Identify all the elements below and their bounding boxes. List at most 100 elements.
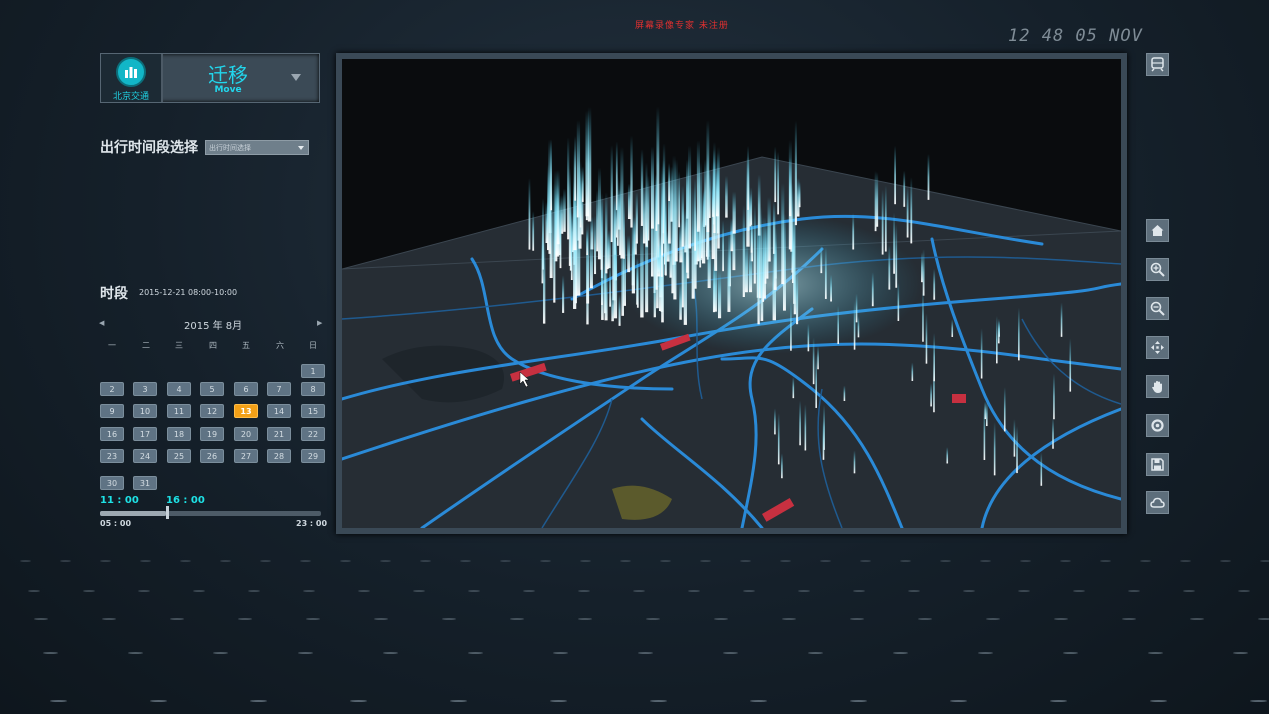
- calendar-day[interactable]: 31: [133, 476, 157, 490]
- time-slider[interactable]: [100, 511, 321, 516]
- calendar-day[interactable]: 30: [100, 476, 124, 490]
- calendar-day[interactable]: 14: [267, 404, 291, 418]
- weekday-label: 四: [209, 341, 217, 350]
- calendar-day[interactable]: 19: [200, 427, 224, 441]
- floor-dot: [742, 590, 755, 592]
- cloud-icon[interactable]: [1146, 491, 1169, 514]
- floor-dot: [646, 618, 660, 620]
- calendar-day[interactable]: 5: [200, 382, 224, 396]
- pan-icon[interactable]: [1146, 336, 1169, 359]
- floor-dot: [940, 560, 951, 562]
- zoom-out-icon[interactable]: [1146, 297, 1169, 320]
- calendar-day[interactable]: 24: [133, 449, 157, 463]
- calendar-day[interactable]: 10: [133, 404, 157, 418]
- calendar-day[interactable]: 23: [100, 449, 124, 463]
- period-select[interactable]: 出行时间选择: [205, 140, 309, 155]
- floor-dot: [740, 560, 751, 562]
- floor-dot: [82, 590, 95, 592]
- floor-dot: [522, 590, 535, 592]
- floor-dot: [102, 618, 116, 620]
- calendar-day[interactable]: 22: [301, 427, 325, 441]
- floor-dot: [1017, 590, 1030, 592]
- floor-dot: [950, 700, 967, 702]
- floor-dot: [1060, 560, 1071, 562]
- floor-dot: [687, 590, 700, 592]
- chevron-down-icon[interactable]: [291, 74, 301, 81]
- floor-dot: [467, 652, 483, 654]
- floor-dot: [20, 560, 31, 562]
- floor-dot: [552, 652, 568, 654]
- calendar-day[interactable]: 2: [100, 382, 124, 396]
- module-header[interactable]: 北京交通 迁移 Move: [100, 53, 320, 103]
- calendar-day[interactable]: 4: [167, 382, 191, 396]
- calendar-day[interactable]: 18: [167, 427, 191, 441]
- floor-dot: [50, 700, 67, 702]
- floor-dot: [374, 618, 388, 620]
- map-view[interactable]: [342, 59, 1121, 528]
- calendar-day[interactable]: 8: [301, 382, 325, 396]
- calendar-day[interactable]: 25: [167, 449, 191, 463]
- floor-dot: [1250, 700, 1267, 702]
- floor-dot: [60, 560, 71, 562]
- floor-dot: [260, 560, 271, 562]
- floor-dot: [300, 560, 311, 562]
- calendar-day[interactable]: 13: [234, 404, 258, 418]
- floor-dot: [807, 652, 823, 654]
- calendar-day[interactable]: 27: [234, 449, 258, 463]
- time-min-label: 05 : 00: [100, 519, 132, 528]
- floor-dot: [1258, 618, 1269, 620]
- calendar-day[interactable]: 9: [100, 404, 124, 418]
- calendar-day[interactable]: 28: [267, 449, 291, 463]
- floor-dot: [1050, 700, 1067, 702]
- floor-dot: [578, 618, 592, 620]
- calendar-day[interactable]: 17: [133, 427, 157, 441]
- floor-dot: [780, 560, 791, 562]
- floor-dot: [860, 560, 871, 562]
- calendar-day[interactable]: 6: [234, 382, 258, 396]
- calendar-day[interactable]: 26: [200, 449, 224, 463]
- floor-dot: [302, 590, 315, 592]
- calendar-day[interactable]: 1: [301, 364, 325, 378]
- floor-dot: [1020, 560, 1031, 562]
- calendar-day[interactable]: 29: [301, 449, 325, 463]
- floor-dot: [380, 560, 391, 562]
- calendar-day[interactable]: 11: [167, 404, 191, 418]
- settings-icon[interactable]: [1146, 414, 1169, 437]
- floor-dot: [127, 652, 143, 654]
- floor-dot: [650, 700, 667, 702]
- calendar-day[interactable]: 16: [100, 427, 124, 441]
- period-select-placeholder: 出行时间选择: [209, 144, 251, 152]
- train-icon[interactable]: [1146, 53, 1169, 76]
- time-slider-handle[interactable]: [166, 506, 170, 519]
- floor-dot: [1062, 652, 1078, 654]
- calendar-day[interactable]: 7: [267, 382, 291, 396]
- floor-dot: [892, 652, 908, 654]
- floor-dot: [1260, 560, 1269, 562]
- calendar-prev-button[interactable]: ◀: [99, 319, 104, 327]
- calendar-day[interactable]: 21: [267, 427, 291, 441]
- floor-dot: [1180, 560, 1191, 562]
- weekday-label: 日: [309, 341, 317, 350]
- floor-dot: [977, 652, 993, 654]
- floor-dot: [782, 618, 796, 620]
- zoom-in-icon[interactable]: [1146, 258, 1169, 281]
- floor-dot: [620, 560, 631, 562]
- watermark-text: 屏幕录像专家 未注册: [635, 21, 729, 31]
- calendar-day[interactable]: 12: [200, 404, 224, 418]
- calendar-next-button[interactable]: ▶: [317, 319, 322, 327]
- calendar-day[interactable]: 20: [234, 427, 258, 441]
- save-icon[interactable]: [1146, 453, 1169, 476]
- floor-dot: [212, 652, 228, 654]
- floor-dot: [1122, 618, 1136, 620]
- calendar-day[interactable]: 3: [133, 382, 157, 396]
- floor-dot: [500, 560, 511, 562]
- calendar-day[interactable]: 15: [301, 404, 325, 418]
- floor-dot: [247, 590, 260, 592]
- floor-dot: [577, 590, 590, 592]
- floor-dot: [420, 560, 431, 562]
- floor-dot: [797, 590, 810, 592]
- hand-icon[interactable]: [1146, 375, 1169, 398]
- floor-dot: [137, 590, 150, 592]
- floor-dot: [580, 560, 591, 562]
- home-icon[interactable]: [1146, 219, 1169, 242]
